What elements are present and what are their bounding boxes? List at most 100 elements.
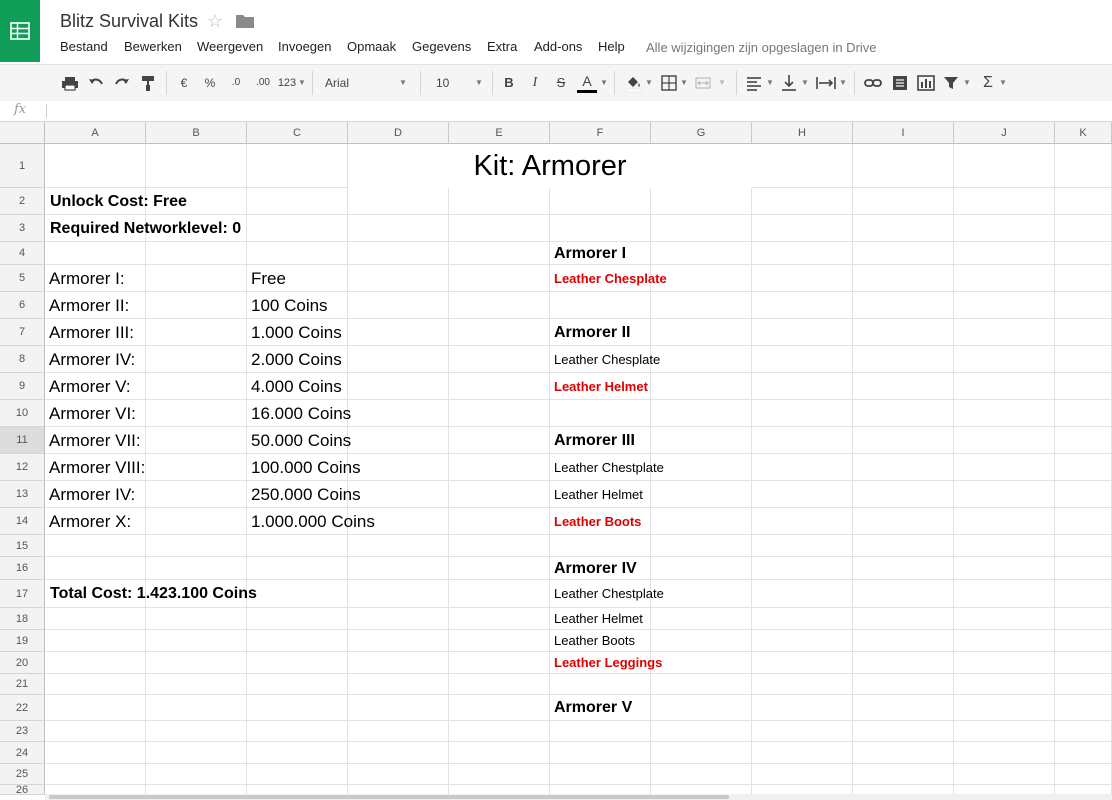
row-header[interactable]: 13 [0,481,45,508]
menu-help[interactable]: Help [598,39,625,54]
kit-heading-cell[interactable]: Armorer I [554,242,626,265]
save-status[interactable]: Alle wijzigingen zijn opgeslagen in Driv… [646,40,877,55]
chevron-down-icon[interactable]: ▼ [474,73,484,93]
kit-heading-cell[interactable]: Armorer V [554,695,632,721]
level-name-cell[interactable]: Armorer III: [49,319,134,346]
redo-icon[interactable] [113,73,131,93]
menu-tools[interactable]: Extra [487,39,517,54]
comment-icon[interactable] [891,73,909,93]
kit-heading-cell[interactable]: Armorer IV [554,557,637,580]
italic-button[interactable]: I [528,73,542,93]
level-name-cell[interactable]: Armorer I: [49,265,125,292]
kit-item-cell[interactable]: Leather Boots [554,630,635,652]
undo-icon[interactable] [87,73,105,93]
percent-format-button[interactable]: % [203,73,217,93]
level-name-cell[interactable]: Armorer VI: [49,400,136,427]
borders-icon[interactable] [660,73,678,93]
more-formats-button[interactable]: 123 [276,73,298,93]
kit-item-cell[interactable]: Leather Chestplate [554,580,664,608]
row-header[interactable]: 25 [0,764,45,785]
chevron-down-icon[interactable]: ▼ [398,73,408,93]
row-header[interactable]: 3 [0,215,45,242]
level-name-cell[interactable]: Armorer IV: [49,481,135,508]
align-icon[interactable] [745,73,763,93]
level-cost-cell[interactable]: 4.000 Coins [251,373,342,400]
row-header[interactable]: 9 [0,373,45,400]
menu-addons[interactable]: Add-ons [534,39,582,54]
column-header[interactable]: I [853,122,954,144]
column-header[interactable]: C [247,122,348,144]
level-cost-cell[interactable]: 100.000 Coins [251,454,361,481]
kit-heading-cell[interactable]: Armorer III [554,427,635,454]
text-color-button[interactable]: A [577,73,597,93]
row-header[interactable]: 2 [0,188,45,215]
row-header[interactable]: 15 [0,535,45,557]
row-header[interactable]: 10 [0,400,45,427]
level-name-cell[interactable]: Armorer X: [49,508,131,535]
kit-item-cell[interactable]: Leather Chesplate [554,346,660,373]
kit-new-item-cell[interactable]: Leather Helmet [554,373,648,400]
column-header[interactable]: H [752,122,853,144]
chevron-down-icon[interactable]: ▼ [645,73,653,93]
level-cost-cell[interactable]: 1.000.000 Coins [251,508,375,535]
sheet-title-cell[interactable]: Kit: Armorer [348,144,752,188]
row-header[interactable]: 19 [0,630,45,652]
row-header[interactable]: 26 [0,785,45,796]
kit-heading-cell[interactable]: Armorer II [554,319,630,346]
column-header[interactable]: K [1055,122,1112,144]
scrollbar-thumb[interactable] [49,795,729,799]
star-icon[interactable]: ☆ [207,11,223,32]
kit-item-cell[interactable]: Leather Chestplate [554,454,664,481]
chevron-down-icon[interactable]: ▼ [963,73,971,93]
select-all-corner[interactable] [0,122,45,144]
column-header[interactable]: G [651,122,752,144]
row-header[interactable]: 17 [0,580,45,608]
chevron-down-icon[interactable]: ▼ [298,73,306,93]
strikethrough-button[interactable]: S [554,73,568,93]
row-header[interactable]: 21 [0,674,45,695]
level-cost-cell[interactable]: 250.000 Coins [251,481,361,508]
formula-input[interactable] [52,103,1102,119]
row-header[interactable]: 8 [0,346,45,373]
functions-icon[interactable]: Σ [980,73,996,93]
menu-data[interactable]: Gegevens [412,39,471,54]
chart-icon[interactable] [916,73,936,93]
column-header[interactable]: B [146,122,247,144]
chevron-down-icon[interactable]: ▼ [839,73,847,93]
link-icon[interactable] [863,73,883,93]
row-header[interactable]: 18 [0,608,45,630]
row-header[interactable]: 14 [0,508,45,535]
menu-view[interactable]: Weergeven [197,39,263,54]
column-header[interactable]: E [449,122,550,144]
row-header[interactable]: 12 [0,454,45,481]
level-name-cell[interactable]: Armorer IV: [49,346,135,373]
document-title[interactable]: Blitz Survival Kits [60,11,198,32]
level-cost-cell[interactable]: 16.000 Coins [251,400,351,427]
required-level-cell[interactable]: Required Networklevel: 0 [50,215,241,242]
filter-icon[interactable] [942,73,960,93]
horizontal-scrollbar[interactable] [45,794,1112,800]
chevron-down-icon[interactable]: ▼ [999,73,1007,93]
merge-icon[interactable] [694,73,712,93]
menu-insert[interactable]: Invoegen [278,39,332,54]
column-header[interactable]: F [550,122,651,144]
chevron-down-icon[interactable]: ▼ [766,73,774,93]
menu-format[interactable]: Opmaak [347,39,396,54]
unlock-cost-cell[interactable]: Unlock Cost: Free [50,188,187,215]
level-cost-cell[interactable]: 100 Coins [251,292,328,319]
chevron-down-icon[interactable]: ▼ [680,73,688,93]
menu-file[interactable]: Bestand [60,39,108,54]
row-header[interactable]: 1 [0,144,45,188]
level-cost-cell[interactable]: 2.000 Coins [251,346,342,373]
column-header[interactable]: J [954,122,1055,144]
row-header[interactable]: 4 [0,242,45,265]
currency-format-button[interactable]: € [177,73,191,93]
fill-color-icon[interactable] [623,73,643,93]
paint-format-icon[interactable] [139,73,157,93]
total-cost-cell[interactable]: Total Cost: 1.423.100 Coins [50,580,257,608]
chevron-down-icon[interactable]: ▼ [718,73,726,93]
row-header[interactable]: 7 [0,319,45,346]
level-name-cell[interactable]: Armorer VII: [49,427,141,454]
row-header[interactable]: 6 [0,292,45,319]
increase-decimals-button[interactable]: .00 [252,73,274,93]
